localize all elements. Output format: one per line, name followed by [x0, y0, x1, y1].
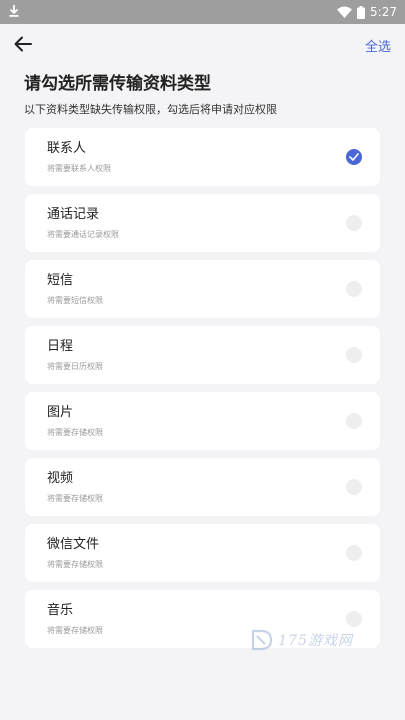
- checkbox-unchecked-icon[interactable]: [346, 215, 362, 231]
- status-bar: 5:27: [0, 0, 405, 24]
- list-item-title: 视频: [47, 470, 74, 486]
- list-item-contacts[interactable]: 联系人 将需要联系人权限: [25, 128, 380, 186]
- system-nav-bar: [0, 680, 405, 720]
- checkbox-unchecked-icon[interactable]: [346, 611, 362, 627]
- arrow-left-icon: [14, 36, 32, 56]
- watermark: 175游戏网: [250, 628, 353, 652]
- checkbox-checked-icon[interactable]: [346, 149, 362, 165]
- list-item-title: 音乐: [47, 602, 74, 618]
- status-time: 5:27: [370, 5, 397, 19]
- list-item-videos[interactable]: 视频 将需要存储权限: [25, 458, 380, 516]
- header: 全选: [0, 24, 405, 68]
- list-item-desc: 将需要通话记录权限: [47, 229, 119, 239]
- list-item-desc: 将需要存储权限: [47, 427, 103, 437]
- page-title: 请勾选所需传输资料类型: [24, 74, 211, 94]
- checkbox-unchecked-icon[interactable]: [346, 281, 362, 297]
- status-right: 5:27: [337, 5, 397, 19]
- list-item-call-log[interactable]: 通话记录 将需要通话记录权限: [25, 194, 380, 252]
- list-item-wechat-files[interactable]: 微信文件 将需要存储权限: [25, 524, 380, 582]
- list-item-sms[interactable]: 短信 将需要短信权限: [25, 260, 380, 318]
- checkbox-unchecked-icon[interactable]: [346, 413, 362, 429]
- list-item-title: 通话记录: [47, 206, 100, 222]
- list-item-desc: 将需要存储权限: [47, 493, 103, 503]
- watermark-logo-icon: [250, 628, 274, 652]
- list-item-title: 图片: [47, 404, 74, 420]
- checkbox-unchecked-icon[interactable]: [346, 545, 362, 561]
- list-item-images[interactable]: 图片 将需要存储权限: [25, 392, 380, 450]
- list-item-calendar[interactable]: 日程 将需要日历权限: [25, 326, 380, 384]
- list-item-title: 日程: [47, 338, 74, 354]
- status-left: [8, 4, 20, 21]
- list-item-title: 短信: [47, 272, 74, 288]
- list-item-desc: 将需要日历权限: [47, 361, 103, 371]
- list-item-title: 联系人: [47, 140, 87, 156]
- wifi-icon: [337, 6, 353, 18]
- checkbox-unchecked-icon[interactable]: [346, 347, 362, 363]
- watermark-text: 175游戏网: [278, 633, 353, 649]
- list-item-desc: 将需要存储权限: [47, 625, 103, 635]
- select-all-button[interactable]: 全选: [365, 36, 391, 55]
- list-item-title: 微信文件: [47, 536, 100, 552]
- list-item-desc: 将需要短信权限: [47, 295, 103, 305]
- battery-icon: [357, 5, 366, 19]
- checkbox-unchecked-icon[interactable]: [346, 479, 362, 495]
- data-type-list: 联系人 将需要联系人权限 通话记录 将需要通话记录权限 短信 将需要短信权限 日…: [0, 122, 405, 648]
- back-button[interactable]: [14, 34, 38, 58]
- list-item-desc: 将需要存储权限: [47, 559, 103, 569]
- list-item-desc: 将需要联系人权限: [47, 163, 111, 173]
- page-subtitle: 以下资料类型缺失传输权限，勾选后将申请对应权限: [24, 103, 277, 116]
- download-icon: [8, 4, 20, 21]
